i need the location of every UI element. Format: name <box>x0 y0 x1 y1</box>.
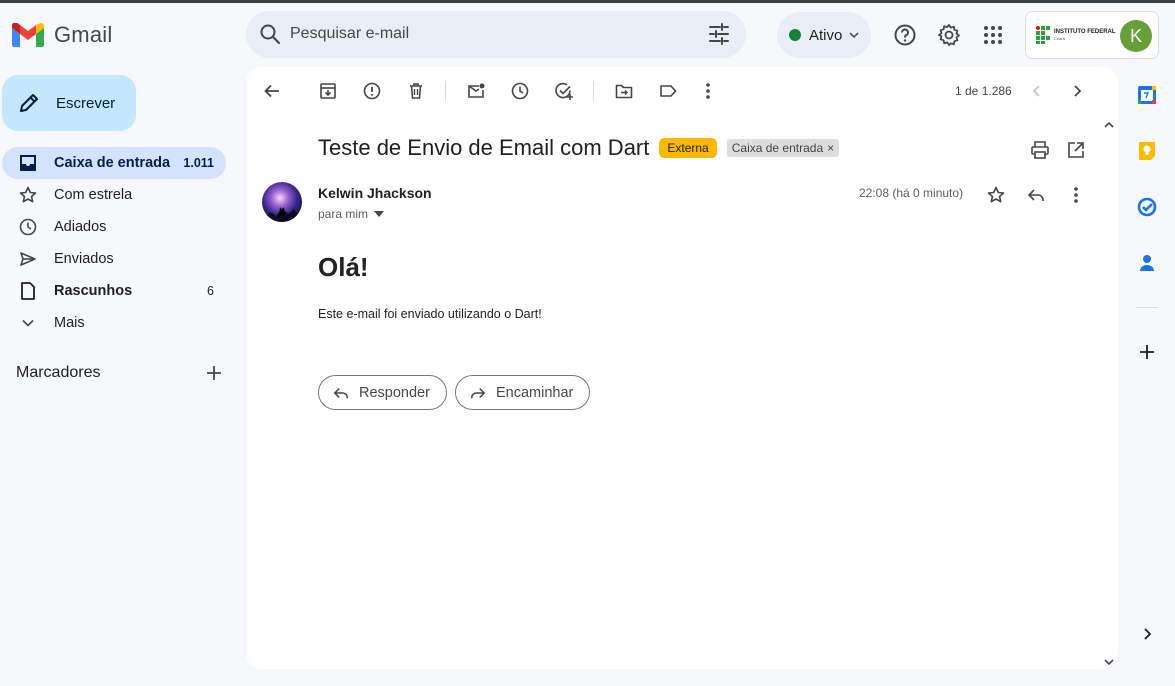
received-time: 22:08 (há 0 minuto) <box>859 186 964 200</box>
scroll-up-arrow-icon[interactable] <box>1102 117 1116 131</box>
institution-campus: Ceará <box>1054 36 1065 41</box>
chevron-down-icon <box>848 29 860 41</box>
sidebar-item-drafts[interactable]: Rascunhos 6 <box>2 275 226 307</box>
back-arrow-icon[interactable] <box>260 79 284 103</box>
external-badge: Externa <box>659 138 717 158</box>
star-icon[interactable] <box>984 183 1008 207</box>
inbox-icon <box>18 154 38 172</box>
forward-button[interactable]: Encaminhar <box>455 375 591 410</box>
keep-notes-icon[interactable] <box>1135 139 1159 163</box>
scrollbar[interactable] <box>1102 115 1116 669</box>
star-icon <box>18 186 38 204</box>
report-spam-icon[interactable] <box>360 79 384 103</box>
gmail-wordmark: Gmail <box>54 22 113 47</box>
search-icon[interactable] <box>258 22 282 46</box>
delete-trash-icon[interactable] <box>404 79 428 103</box>
reply-icon[interactable] <box>1024 183 1048 207</box>
pencil-icon <box>18 92 40 114</box>
recipient-details[interactable]: para mim <box>318 207 385 221</box>
calendar-icon[interactable] <box>1135 83 1159 107</box>
toolbar-divider <box>593 81 594 101</box>
older-chevron-right-icon[interactable] <box>1065 79 1089 103</box>
contacts-icon[interactable] <box>1135 251 1159 275</box>
more-vert-icon[interactable] <box>1064 183 1088 207</box>
sidebar-item-label: Enviados <box>54 251 114 267</box>
gmail-m-icon <box>12 23 44 47</box>
remove-label-close-icon[interactable]: × <box>827 141 834 155</box>
subject-row: Teste de Envio de Email com Dart Externa… <box>318 135 840 161</box>
institution-logo: INSTITUTO FEDERAL Ceará <box>1036 26 1116 44</box>
open-new-window-icon[interactable] <box>1065 139 1087 161</box>
search-input[interactable] <box>290 21 690 47</box>
sidebar-item-inbox[interactable]: Caixa de entrada 1.011 <box>2 147 226 179</box>
labels-section-header: Marcadores <box>16 364 222 382</box>
compose-button[interactable]: Escrever <box>2 75 136 131</box>
draft-icon <box>18 282 38 300</box>
email-toolbar: 1 de 1.286 <box>246 77 1118 105</box>
tasks-icon[interactable] <box>1135 195 1159 219</box>
gmail-logo[interactable]: Gmail <box>12 22 112 48</box>
send-icon <box>18 250 38 268</box>
sidebar-item-label: Mais <box>54 315 85 331</box>
snooze-clock-icon[interactable] <box>508 79 532 103</box>
window-top-border <box>0 0 1175 3</box>
sender-name[interactable]: Kelwin Jhackson <box>318 185 432 201</box>
label-tag-icon[interactable] <box>656 79 680 103</box>
labels-title: Marcadores <box>16 364 101 381</box>
sidebar-item-more[interactable]: Mais <box>2 307 226 339</box>
reply-label: Responder <box>359 384 430 401</box>
rail-divider <box>1136 307 1158 308</box>
expand-panel-chevron-right-icon[interactable] <box>1135 622 1159 646</box>
inbox-label-text: Caixa de entrada <box>731 141 824 155</box>
archive-icon[interactable] <box>316 79 340 103</box>
account-avatar[interactable]: K <box>1120 20 1152 52</box>
sidebar-item-label: Com estrela <box>54 187 133 203</box>
forward-label: Encaminhar <box>496 384 574 401</box>
status-selector[interactable]: Ativo <box>777 12 871 58</box>
print-icon[interactable] <box>1029 139 1051 161</box>
institution-name: INSTITUTO FEDERAL <box>1054 29 1116 35</box>
add-task-icon[interactable] <box>552 79 576 103</box>
sidebar-item-snoozed[interactable]: Adiados <box>2 211 226 243</box>
recipient-label: para mim <box>318 207 369 221</box>
sidebar-item-sent[interactable]: Enviados <box>2 243 226 275</box>
sidebar-item-label: Rascunhos <box>54 283 133 299</box>
email-body-text: Este e-mail foi enviado utilizando o Dar… <box>318 307 542 321</box>
mark-unread-icon[interactable] <box>464 79 488 103</box>
email-subject: Teste de Envio de Email com Dart <box>318 135 650 160</box>
scroll-down-arrow-icon[interactable] <box>1102 655 1116 669</box>
email-body-heading: Olá! <box>318 252 369 282</box>
compose-label: Escrever <box>56 94 116 112</box>
move-to-folder-icon[interactable] <box>612 79 636 103</box>
status-dot <box>789 29 801 41</box>
status-label: Ativo <box>809 26 843 44</box>
chevron-down-icon <box>18 316 38 330</box>
clock-icon <box>18 218 38 236</box>
help-icon[interactable] <box>889 19 921 51</box>
settings-gear-icon[interactable] <box>933 19 965 51</box>
apps-grid-icon[interactable] <box>977 19 1009 51</box>
sidebar-item-starred[interactable]: Com estrela <box>2 179 226 211</box>
sender-avatar[interactable] <box>262 182 302 222</box>
search-options-icon[interactable] <box>708 23 730 45</box>
newer-chevron-left-icon[interactable] <box>1025 79 1049 103</box>
add-addon-plus-icon[interactable] <box>1135 340 1159 364</box>
email-view-panel: 1 de 1.286 Teste de Envio de Email com D… <box>246 67 1118 669</box>
caret-down-icon <box>374 211 385 217</box>
reply-button[interactable]: Responder <box>318 375 447 410</box>
pagination-label: 1 de 1.286 <box>955 84 1012 98</box>
reply-arrow-icon <box>333 385 349 401</box>
toolbar-divider <box>445 81 446 101</box>
more-vert-icon[interactable] <box>696 79 720 103</box>
search-bar[interactable] <box>246 11 746 58</box>
forward-arrow-icon <box>470 385 486 401</box>
draft-count: 6 <box>207 284 214 298</box>
unread-count: 1.011 <box>183 156 214 170</box>
add-label-plus-icon[interactable] <box>206 365 222 381</box>
sidebar-item-label: Caixa de entrada <box>54 155 171 171</box>
sidebar-item-label: Adiados <box>54 219 107 235</box>
inbox-label-chip: Caixa de entrada × <box>726 139 840 157</box>
sidebar-nav: Caixa de entrada 1.011 Com estrela Adiad… <box>2 147 226 339</box>
